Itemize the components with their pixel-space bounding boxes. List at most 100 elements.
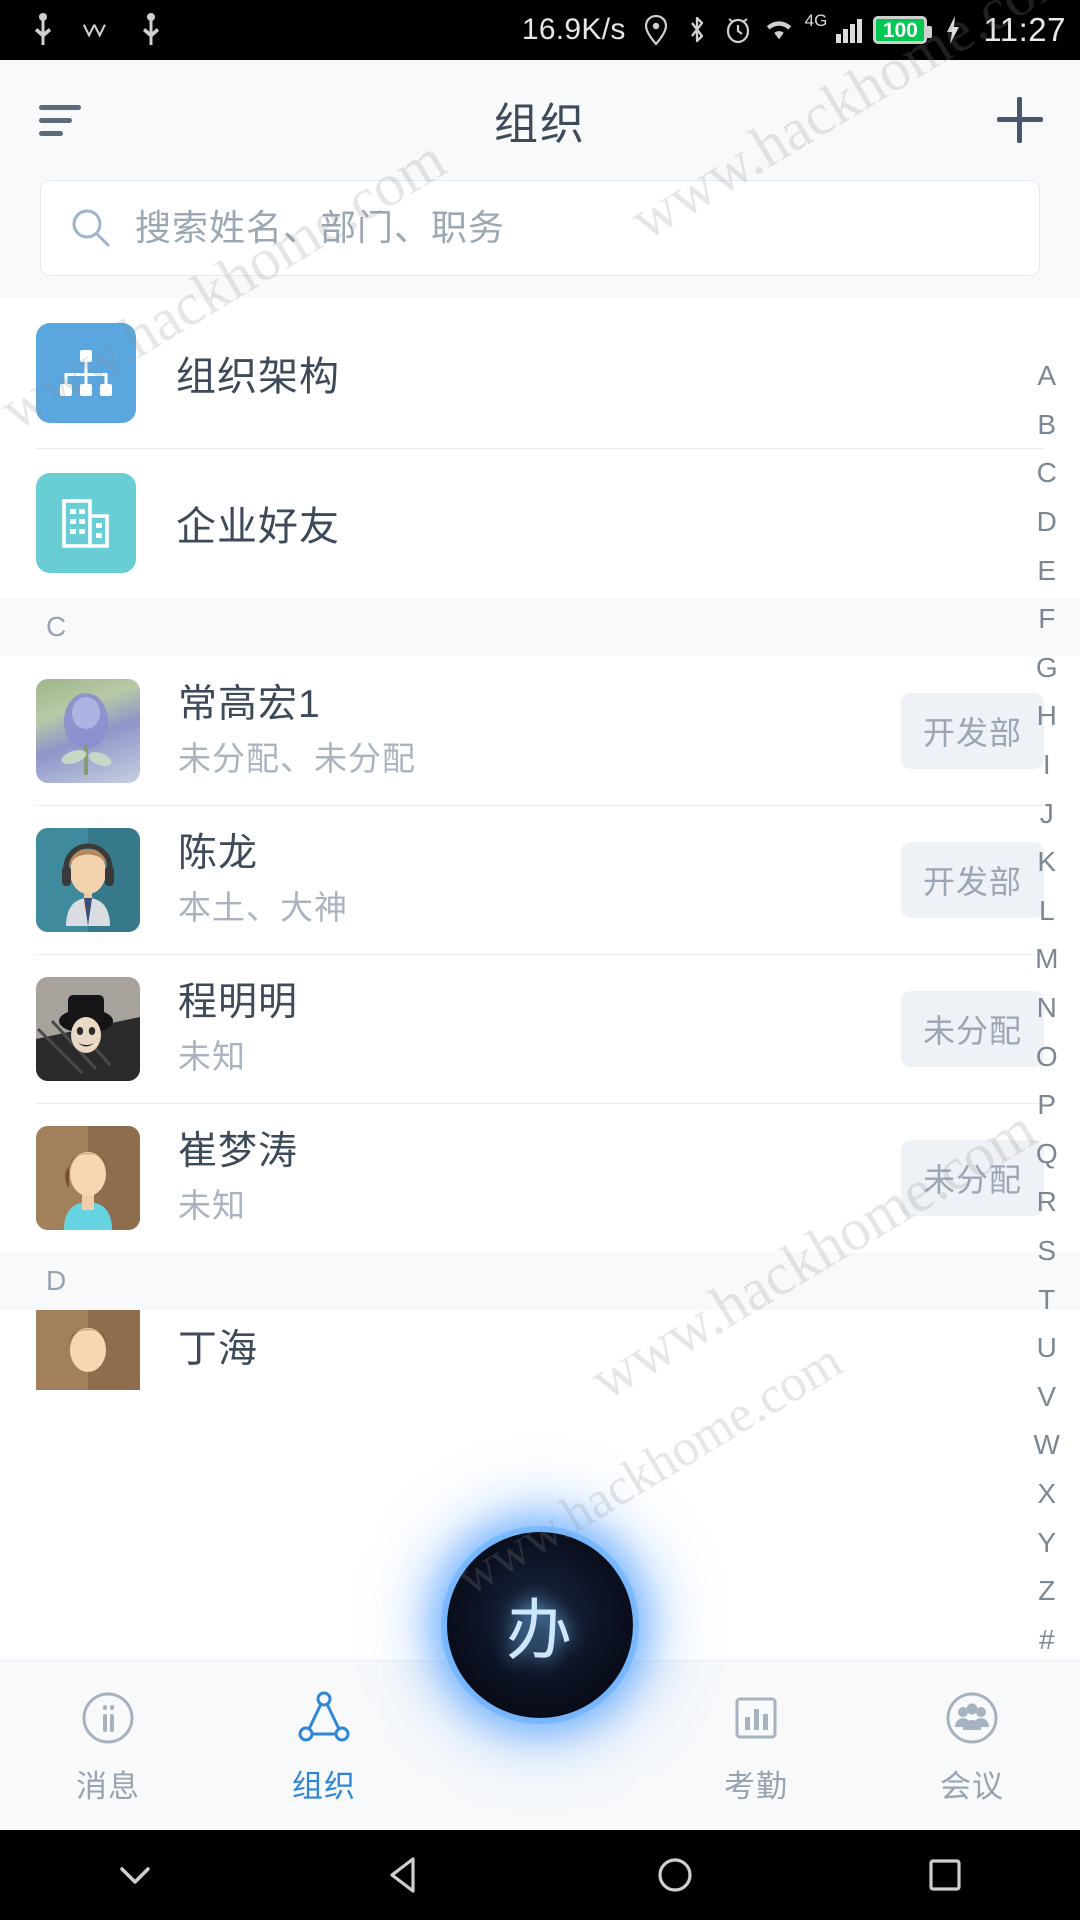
home-button[interactable] <box>600 1830 750 1920</box>
index-letter[interactable]: Q <box>1036 1130 1058 1179</box>
nav-item-messages[interactable]: 消息 <box>0 1661 216 1806</box>
chevron-down-icon <box>120 1867 150 1884</box>
back-button[interactable] <box>330 1830 480 1920</box>
index-letter[interactable]: O <box>1036 1032 1058 1081</box>
nav-item-organization[interactable]: 组织 <box>216 1661 432 1806</box>
message-icon <box>79 1685 137 1751</box>
index-letter[interactable]: W <box>1034 1421 1061 1470</box>
add-button[interactable] <box>960 60 1080 180</box>
hamburger-menu-button[interactable] <box>0 60 120 180</box>
chart-bar-icon <box>727 1685 785 1751</box>
index-letter[interactable]: H <box>1037 692 1058 741</box>
recents-square-icon <box>929 1859 961 1891</box>
contact-row[interactable]: 陈龙 本土、大神 开发部 <box>0 805 1080 954</box>
location-icon <box>641 13 671 47</box>
nav-label: 组织 <box>292 1769 356 1804</box>
building-icon <box>36 473 136 573</box>
contact-text: 丁海 <box>178 1328 1044 1373</box>
index-letter[interactable]: N <box>1037 984 1058 1033</box>
index-letter[interactable]: X <box>1037 1470 1056 1519</box>
contact-subtitle: 本土、大神 <box>178 888 348 926</box>
index-letter[interactable]: # <box>1039 1615 1055 1664</box>
status-bar-left-icons <box>28 13 166 47</box>
index-letter[interactable]: L <box>1039 887 1055 936</box>
index-letter[interactable]: U <box>1037 1324 1058 1373</box>
index-letter[interactable]: A <box>1037 352 1056 401</box>
nav-label: 考勤 <box>724 1769 788 1804</box>
contact-name: 崔梦涛 <box>178 1130 299 1174</box>
index-letter[interactable]: M <box>1035 935 1059 984</box>
index-letter[interactable]: R <box>1037 1178 1058 1227</box>
app-header: 组织 <box>0 60 1080 180</box>
clock-text: 11:27 <box>983 11 1066 48</box>
org-chart-icon <box>36 323 136 423</box>
battery-icon: 100 <box>873 16 933 44</box>
contact-name: 常高宏1 <box>178 683 321 727</box>
org-node-icon <box>295 1685 353 1751</box>
nav-item-meeting[interactable]: 会议 <box>864 1661 1080 1806</box>
feature-item-org-structure[interactable]: 组织架构 <box>0 298 1080 448</box>
index-letter[interactable]: E <box>1037 546 1056 595</box>
contact-text: 程明明 未知 <box>178 981 901 1076</box>
avatar <box>36 827 140 932</box>
nav-label: 消息 <box>76 1769 140 1804</box>
hamburger-menu-icon <box>39 104 81 136</box>
index-letter[interactable]: D <box>1037 498 1058 547</box>
contact-subtitle: 未知 <box>178 1037 246 1075</box>
index-letter[interactable]: V <box>1037 1372 1056 1421</box>
android-navigation-bar <box>0 1830 1080 1920</box>
contact-row[interactable]: 崔梦涛 未知 未分配 <box>0 1103 1080 1252</box>
contact-row[interactable]: 常高宏1 未分配、未分配 开发部 <box>0 656 1080 805</box>
usb-icon <box>136 13 166 47</box>
avatar <box>36 1125 140 1230</box>
search-input[interactable] <box>135 207 1011 249</box>
recents-button[interactable] <box>870 1830 1020 1920</box>
index-letter[interactable]: I <box>1043 741 1051 790</box>
section-header-d: D <box>0 1252 1080 1310</box>
contact-row[interactable]: 程明明 未知 未分配 <box>0 954 1080 1103</box>
double-check-icon <box>82 13 112 47</box>
nav-item-attendance[interactable]: 考勤 <box>648 1661 864 1806</box>
index-letter[interactable]: B <box>1037 401 1056 450</box>
charging-bolt-icon <box>938 13 968 47</box>
feature-label: 企业好友 <box>176 505 340 549</box>
back-triangle-icon <box>390 1857 415 1893</box>
index-letter[interactable]: F <box>1038 595 1056 644</box>
chevron-down-button[interactable] <box>60 1830 210 1920</box>
search-icon <box>69 206 113 250</box>
index-letter[interactable]: P <box>1037 1081 1056 1130</box>
contact-subtitle: 未分配、未分配 <box>178 739 416 777</box>
index-letter[interactable]: K <box>1037 838 1056 887</box>
contact-text: 崔梦涛 未知 <box>178 1130 901 1225</box>
signal-icon <box>836 17 863 43</box>
avatar <box>36 1310 140 1390</box>
floating-action-button[interactable]: 办 <box>447 1532 633 1718</box>
alarm-icon <box>723 13 753 47</box>
content-list: 组织架构 企业好友 C 常高宏1 未分配、未分配 开发部 陈龙 本土、大神 开发… <box>0 298 1080 1390</box>
alphabet-index-bar[interactable]: A B C D E F G H I J K L M N O P Q R S T … <box>1022 352 1072 1664</box>
network-type-label: 4G <box>804 11 828 30</box>
index-letter[interactable]: S <box>1037 1227 1056 1276</box>
index-letter[interactable]: G <box>1036 644 1058 693</box>
index-letter[interactable]: J <box>1040 789 1055 838</box>
contact-name: 陈龙 <box>178 832 259 876</box>
index-letter[interactable]: Y <box>1037 1518 1056 1567</box>
nav-label: 会议 <box>940 1769 1004 1804</box>
index-letter[interactable]: T <box>1038 1275 1056 1324</box>
section-header-c: C <box>0 598 1080 656</box>
avatar <box>36 976 140 1081</box>
avatar <box>36 678 140 783</box>
network-speed-text: 16.9K/s <box>521 13 626 46</box>
wifi-icon <box>764 13 794 47</box>
index-letter[interactable]: C <box>1037 449 1058 498</box>
contact-name: 程明明 <box>178 981 299 1025</box>
usb-icon <box>28 13 58 47</box>
feature-item-enterprise-friends[interactable]: 企业好友 <box>0 448 1080 598</box>
home-circle-icon <box>658 1858 692 1892</box>
contact-text: 常高宏1 未分配、未分配 <box>178 683 901 778</box>
status-bar: 16.9K/s 4G 100 11:27 <box>0 0 1080 60</box>
search-box[interactable] <box>40 180 1040 276</box>
index-letter[interactable]: Z <box>1038 1567 1056 1616</box>
fab-label: 办 <box>506 1593 574 1667</box>
contact-row[interactable]: 丁海 <box>0 1310 1080 1390</box>
